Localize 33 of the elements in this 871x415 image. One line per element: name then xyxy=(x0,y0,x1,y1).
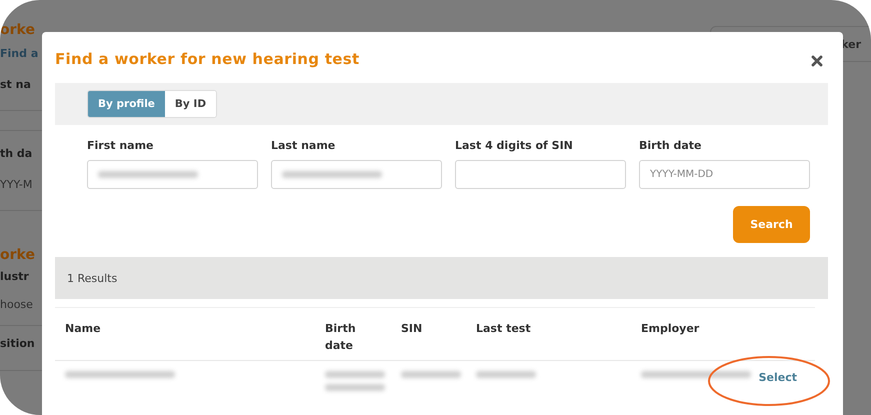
search-button[interactable]: Search xyxy=(733,206,810,243)
input-field[interactable] xyxy=(271,160,442,189)
blurred-text xyxy=(401,371,461,378)
column-header: Birth date xyxy=(325,321,357,354)
blurred-text xyxy=(476,371,536,378)
dialog-title: Find a worker for new hearing test xyxy=(55,50,360,68)
close-icon[interactable] xyxy=(811,55,823,67)
column-header: Name xyxy=(65,321,102,337)
background-text: th da xyxy=(0,147,32,160)
column-header: SIN xyxy=(401,321,424,337)
background-text: hoose xyxy=(0,298,33,311)
field-label: Last name xyxy=(271,139,336,152)
background-text: Find a xyxy=(0,47,38,60)
column-header: Last test xyxy=(476,321,532,337)
field-label: Birth date xyxy=(639,139,703,152)
placeholder: YYYY-MM-DD xyxy=(650,169,714,180)
background-text: orke xyxy=(0,247,35,263)
background-text: st na xyxy=(0,78,31,91)
input-field[interactable] xyxy=(87,160,258,189)
results-count: 1 Results xyxy=(67,272,118,284)
field-label: First name xyxy=(87,139,155,152)
input-field[interactable] xyxy=(455,160,626,189)
background-text: sition xyxy=(0,337,35,350)
background-text: lustr xyxy=(0,270,29,283)
column-header: Employer xyxy=(641,321,700,337)
input-field[interactable]: YYYY-MM-DD xyxy=(639,160,810,189)
background-text: orke xyxy=(0,22,35,38)
select-link[interactable]: Select xyxy=(758,371,797,391)
blurred-text xyxy=(325,371,385,378)
blurred-text xyxy=(325,384,385,391)
background-text: YYY-M xyxy=(0,178,32,191)
tab[interactable]: By profile xyxy=(88,91,165,117)
field-label: Last 4 digits of SIN xyxy=(455,139,574,152)
